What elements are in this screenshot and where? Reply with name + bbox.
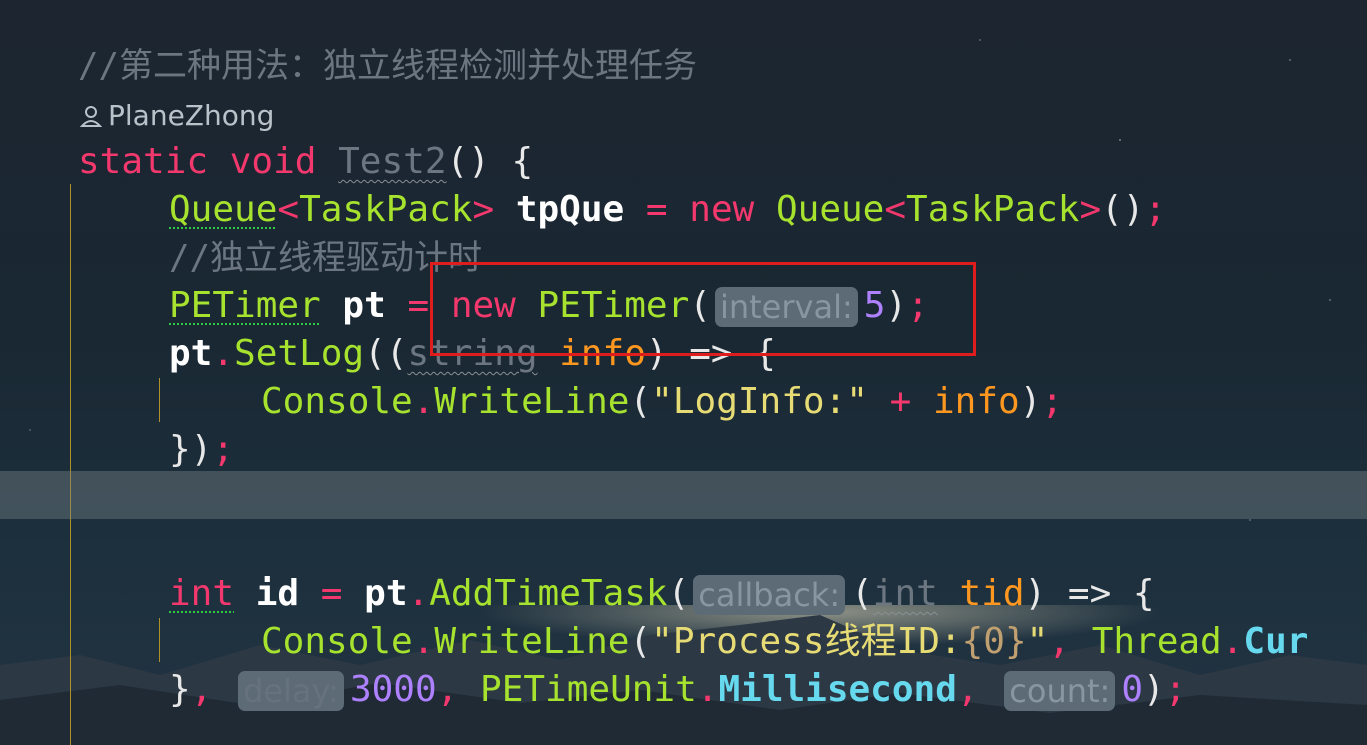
indent-guide-method [70,184,71,745]
plus-operator: + [889,381,912,422]
member-dot: . [412,621,435,662]
param-hint-callback: callback: [693,575,846,615]
code-line-close-addtask[interactable]: }, delay: 3000, PETimeUnit.Millisecond, c… [169,666,1186,714]
member-dot: . [1221,621,1244,662]
type-name: TaskPack [299,189,473,230]
assign-operator: = [320,573,343,614]
comma: , [190,669,213,710]
string-literal-end: " [1026,621,1049,662]
param-ref: info [932,381,1020,422]
method-name: WriteLine [434,381,630,422]
object-name: pt [169,333,213,374]
method-name: SetLog [234,333,365,374]
code-line-console-process[interactable]: Console.WriteLine("Process线程ID:{0}", Thr… [261,618,1308,666]
indent-guide-setlog [159,378,160,422]
code-line-queue[interactable]: Queue<TaskPack> tpQue = new Queue<TaskPa… [169,186,1166,234]
generic-open: < [884,189,907,230]
open-paren: ( [667,573,690,614]
type-name: Queue [775,189,885,230]
variable-name: id [255,573,300,614]
comment-line[interactable]: //第二种用法：独立线程检测并处理任务 [78,42,697,90]
generic-close: > [1079,189,1102,230]
variable-name: pt [342,285,386,326]
open-paren: ( [629,621,652,662]
format-placeholder: {0} [961,621,1027,662]
param-hint-delay: delay: [238,671,344,711]
close-paren: ) [1143,669,1165,710]
comma: , [436,669,459,710]
enum-value: Millisecond [718,669,957,710]
current-line-highlight [0,471,1367,519]
comma: , [1048,621,1070,662]
new-keyword: new [689,189,755,230]
member-dot: . [412,381,435,422]
type-name: Queue [169,189,278,230]
method-name: Test2 [338,141,447,182]
number-literal: 0 [1121,669,1144,710]
static-keyword: static [78,141,209,182]
assign-operator: = [407,285,430,326]
code-line-method-decl[interactable]: static void Test2() { [78,138,533,186]
member-dot: . [212,333,235,374]
call-parens: () [1101,189,1145,230]
code-line-addtask[interactable]: int id = pt.AddTimeTask(callback: (int ti… [169,570,1155,618]
param-name: tid [959,573,1025,614]
type-name: PETimer [169,285,321,326]
type-name: TaskPack [906,189,1080,230]
close-paren: ) [1019,381,1042,422]
param-hint-count: count: [1004,671,1116,711]
open-parens: (( [364,333,408,374]
open-paren: ( [629,381,652,422]
generic-open: < [277,189,300,230]
assign-operator: = [645,189,668,230]
enum-type: PETimeUnit [480,669,697,710]
class-name: Console [261,621,413,662]
codelens-author-name: PlaneZhong [108,99,275,132]
person-icon [79,99,108,132]
void-keyword: void [229,141,317,182]
number-literal: 3000 [349,669,437,710]
annotation-highlight-box [430,262,976,356]
method-decl-tail: () { [446,141,534,182]
indent-guide-callback [159,618,160,662]
class-name: Console [261,381,413,422]
member-dot: . [696,669,719,710]
class-name: Thread [1091,621,1222,662]
member-name: Cur [1243,621,1309,662]
semicolon: ; [212,429,235,470]
string-literal-start: "Process线程ID: [651,621,962,662]
codelens-author[interactable]: PlaneZhong [79,96,275,136]
close-brace: } [169,669,191,710]
string-literal: "LogInfo:" [651,381,868,422]
code-line-close-setlog[interactable]: }); [169,426,234,474]
param-type: int [872,573,938,614]
semicolon: ; [1144,189,1167,230]
lambda-tail: ) => { [1024,573,1155,614]
close-brace: }) [169,429,213,470]
semicolon: ; [1041,381,1064,422]
code-line-console-log[interactable]: Console.WriteLine("LogInfo:" + info); [261,378,1063,426]
method-name: WriteLine [434,621,630,662]
method-name: AddTimeTask [429,573,668,614]
comma: , [956,669,979,710]
int-keyword: int [169,573,235,614]
generic-close: > [472,189,495,230]
member-dot: . [407,573,430,614]
lambda-open-paren: ( [851,573,873,614]
semicolon: ; [1164,669,1187,710]
variable-name: tpQue [515,189,625,230]
object-name: pt [364,573,408,614]
